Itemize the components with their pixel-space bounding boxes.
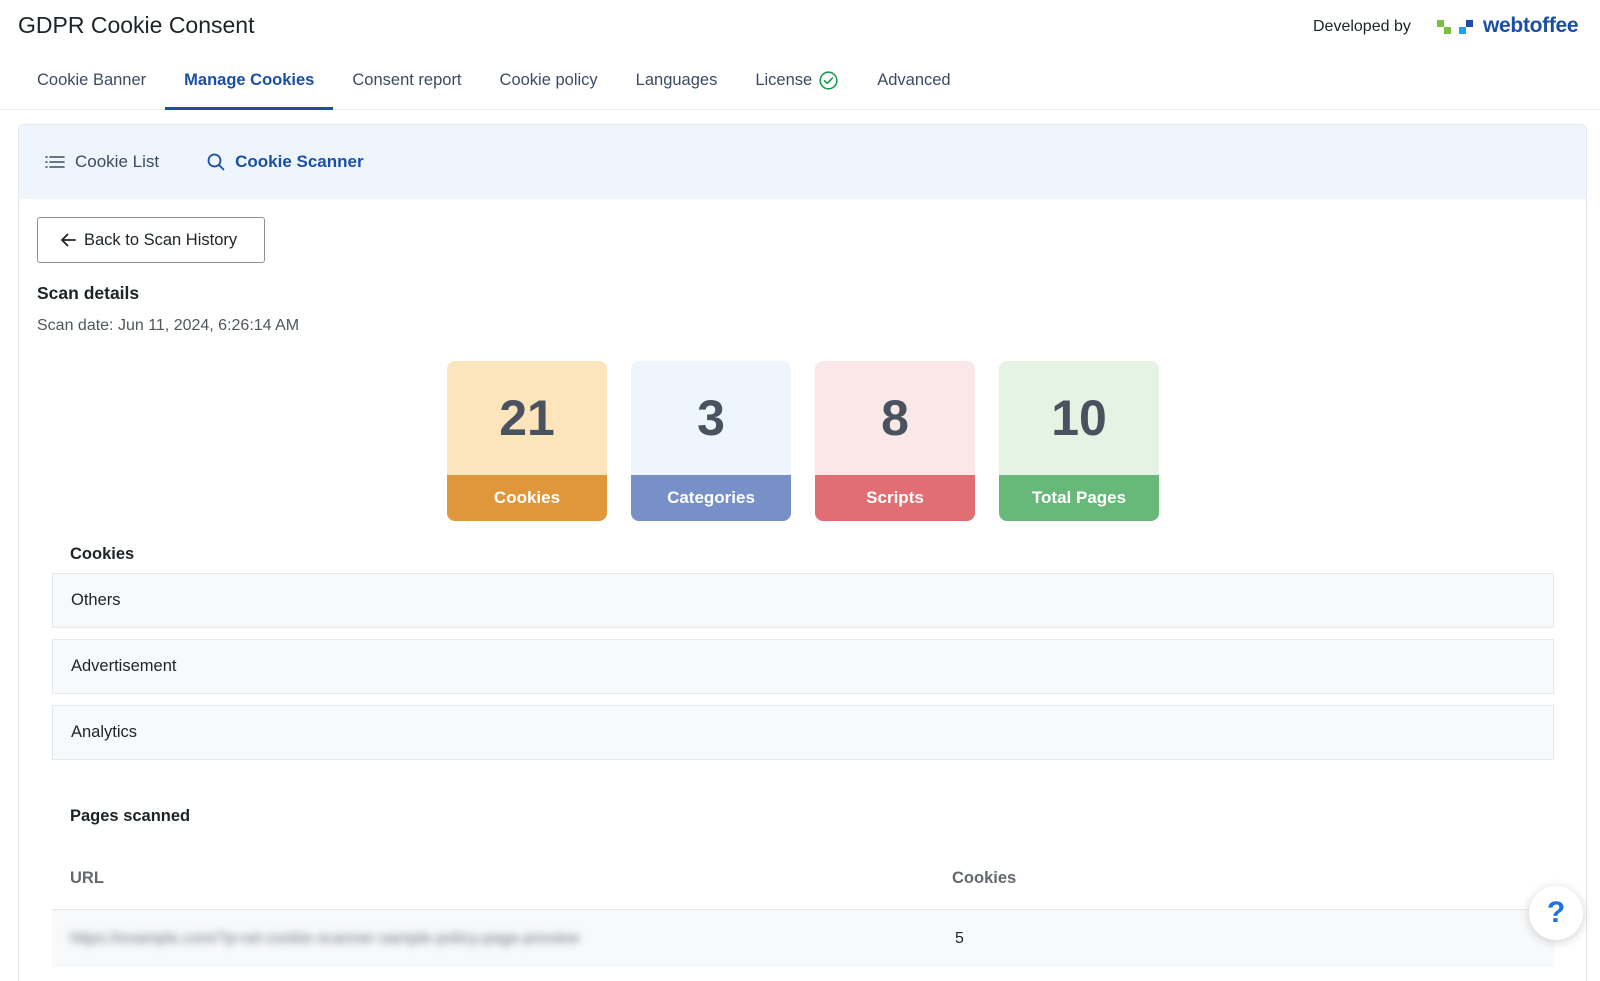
webtoffee-logo-icon bbox=[1437, 16, 1481, 36]
tab-languages[interactable]: Languages bbox=[617, 62, 737, 110]
stat-label: Cookies bbox=[447, 475, 607, 521]
search-icon bbox=[207, 153, 225, 171]
tab-label: Cookie Banner bbox=[37, 71, 147, 89]
stat-label: Scripts bbox=[815, 475, 975, 521]
subnav-cookie-list[interactable]: Cookie List bbox=[45, 152, 159, 172]
stat-label: Total Pages bbox=[999, 475, 1159, 521]
developed-by-label: Developed by bbox=[1313, 18, 1411, 35]
main-panel: Cookie List Cookie Scanner Back to Scan … bbox=[18, 124, 1587, 981]
stat-value: 10 bbox=[999, 361, 1159, 475]
help-button[interactable]: ? bbox=[1529, 886, 1583, 940]
back-button-label: Back to Scan History bbox=[84, 230, 238, 249]
tab-label: Advanced bbox=[877, 71, 951, 89]
arrow-left-icon bbox=[61, 233, 76, 247]
stat-value: 21 bbox=[447, 361, 607, 475]
cookies-section-title: Cookies bbox=[70, 545, 135, 563]
check-circle-icon bbox=[819, 71, 838, 90]
subnav-label: Cookie Scanner bbox=[235, 152, 364, 171]
stat-value: 3 bbox=[631, 361, 791, 475]
subnav-cookie-scanner[interactable]: Cookie Scanner bbox=[207, 152, 364, 172]
stat-card-total-pages: 10 Total Pages bbox=[999, 361, 1159, 521]
tab-consent-report[interactable]: Consent report bbox=[333, 62, 480, 110]
page-cookie-count: 5 bbox=[955, 929, 964, 947]
tab-cookie-banner[interactable]: Cookie Banner bbox=[18, 62, 165, 110]
main-tabs: Cookie Banner Manage Cookies Consent rep… bbox=[18, 62, 970, 110]
table-row: https://example.com/?p=wt-cookie-scanner… bbox=[52, 909, 1554, 967]
subnav-label: Cookie List bbox=[75, 152, 160, 171]
app-title: GDPR Cookie Consent bbox=[18, 12, 255, 38]
category-label: Analytics bbox=[71, 723, 138, 741]
category-row-others[interactable]: Others bbox=[52, 573, 1554, 628]
stat-value: 8 bbox=[815, 361, 975, 475]
tab-license[interactable]: License bbox=[736, 62, 858, 110]
tab-label: Manage Cookies bbox=[184, 71, 315, 89]
column-header-cookies: Cookies bbox=[952, 869, 1017, 887]
tab-cookie-policy[interactable]: Cookie policy bbox=[481, 62, 617, 110]
stat-label: Categories bbox=[631, 475, 791, 521]
tab-advanced[interactable]: Advanced bbox=[858, 62, 969, 110]
top-header: GDPR Cookie Consent Developed by webtoff… bbox=[0, 0, 1600, 110]
column-header-url: URL bbox=[70, 869, 104, 887]
brand-name: webtoffee bbox=[1483, 14, 1579, 37]
webtoffee-logo[interactable]: webtoffee bbox=[1437, 14, 1579, 38]
category-row-advertisement[interactable]: Advertisement bbox=[52, 639, 1554, 694]
tab-label: Languages bbox=[635, 71, 718, 89]
stat-card-categories: 3 Categories bbox=[631, 361, 791, 521]
tab-label: License bbox=[755, 71, 813, 89]
back-to-scan-history-button[interactable]: Back to Scan History bbox=[37, 217, 265, 263]
scan-date: Scan date: Jun 11, 2024, 6:26:14 AM bbox=[37, 317, 300, 334]
stat-card-cookies: 21 Cookies bbox=[447, 361, 607, 521]
category-label: Advertisement bbox=[71, 657, 177, 675]
list-icon bbox=[45, 156, 65, 168]
stat-card-scripts: 8 Scripts bbox=[815, 361, 975, 521]
scan-stats: 21 Cookies 3 Categories 8 Scripts 10 Tot… bbox=[447, 361, 1159, 521]
sub-navigation: Cookie List Cookie Scanner bbox=[19, 125, 1586, 199]
pages-scanned-title: Pages scanned bbox=[70, 807, 191, 825]
tab-label: Cookie policy bbox=[499, 71, 598, 89]
scan-details-title: Scan details bbox=[37, 283, 140, 303]
tab-label: Consent report bbox=[352, 71, 462, 89]
category-row-analytics[interactable]: Analytics bbox=[52, 705, 1554, 760]
page-url[interactable]: https://example.com/?p=wt-cookie-scanner… bbox=[70, 930, 955, 948]
tab-manage-cookies[interactable]: Manage Cookies bbox=[165, 62, 334, 110]
category-label: Others bbox=[71, 591, 121, 609]
